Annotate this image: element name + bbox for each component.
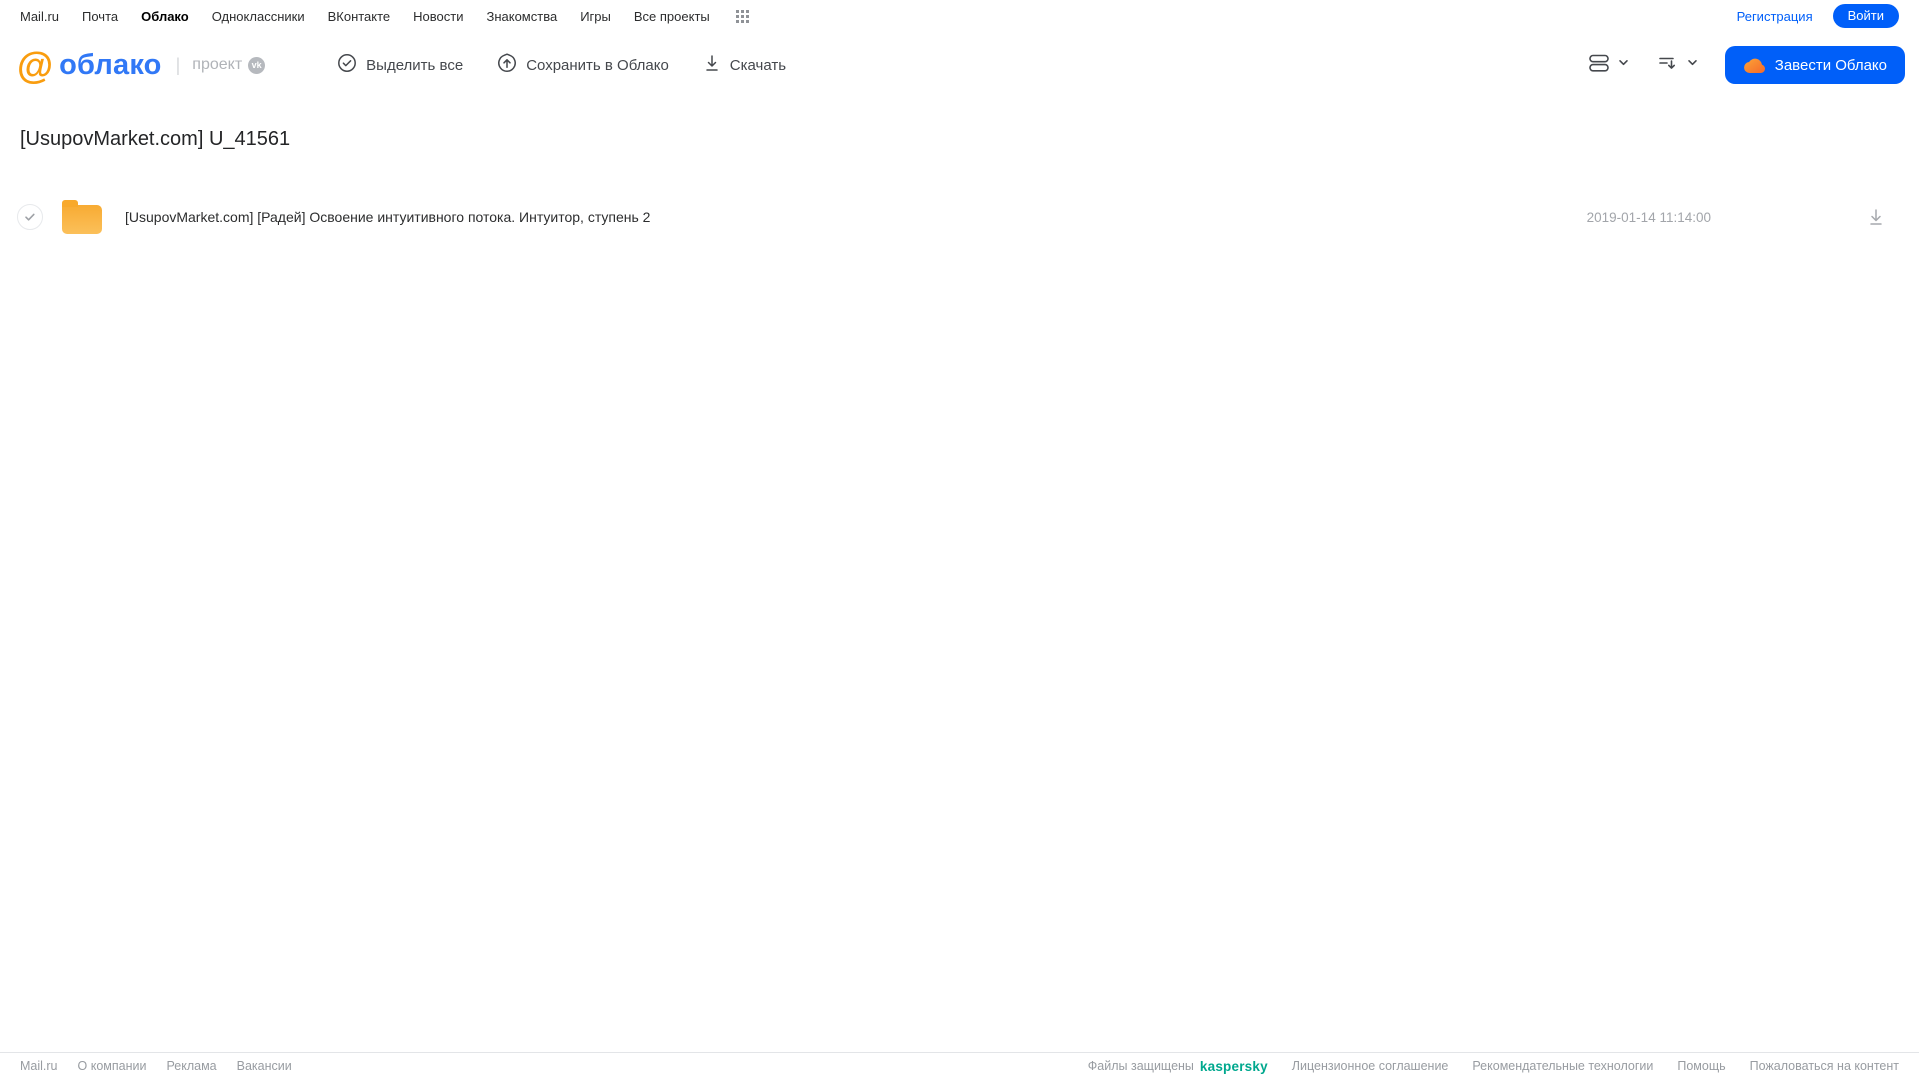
nav-item-pochta[interactable]: Почта xyxy=(82,9,118,24)
footer-link-jobs[interactable]: Вакансии xyxy=(237,1059,292,1073)
cloud-upload-icon xyxy=(497,53,517,77)
download-icon xyxy=(703,53,721,77)
app-header: @ облако | проект vk Выделить все Сохран… xyxy=(0,32,1919,98)
row-checkbox[interactable] xyxy=(17,204,43,230)
chevron-down-icon xyxy=(1617,56,1630,74)
all-projects-grid-icon[interactable] xyxy=(735,9,750,24)
kaspersky-protection: Файлы защищены kaspersky xyxy=(1088,1059,1268,1074)
get-cloud-button[interactable]: Завести Облако xyxy=(1724,46,1905,84)
nav-item-odnoklassniki[interactable]: Одноклассники xyxy=(212,9,305,24)
sort-icon xyxy=(1656,52,1680,79)
footer-link-help[interactable]: Помощь xyxy=(1677,1059,1725,1073)
page-footer: Mail.ru О компании Реклама Вакансии Файл… xyxy=(0,1052,1919,1079)
mailru-at-icon: @ xyxy=(17,44,54,86)
file-toolbar: Выделить все Сохранить в Облако Скачать xyxy=(337,53,786,77)
nav-item-mailru[interactable]: Mail.ru xyxy=(20,9,59,24)
check-circle-icon xyxy=(337,53,357,77)
nav-item-novosti[interactable]: Новости xyxy=(413,9,463,24)
portal-nav-right: Регистрация Войти xyxy=(1737,4,1899,28)
file-list-row[interactable]: [UsupovMarket.com] [Радей] Освоение инту… xyxy=(0,193,1919,241)
footer-link-mailru[interactable]: Mail.ru xyxy=(20,1059,58,1073)
folder-icon xyxy=(62,199,102,234)
file-date: 2019-01-14 11:14:00 xyxy=(1586,209,1711,225)
nav-item-all-projects[interactable]: Все проекты xyxy=(634,9,710,24)
cloud-logo[interactable]: @ облако | проект vk xyxy=(17,44,266,86)
login-button[interactable]: Войти xyxy=(1832,4,1899,28)
select-all-button[interactable]: Выделить все xyxy=(337,53,463,77)
footer-link-recommendations[interactable]: Рекомендательные технологии xyxy=(1472,1059,1653,1073)
download-label: Скачать xyxy=(729,56,787,74)
footer-link-ads[interactable]: Реклама xyxy=(166,1059,216,1073)
footer-link-about[interactable]: О компании xyxy=(78,1059,147,1073)
save-to-cloud-button[interactable]: Сохранить в Облако xyxy=(497,53,669,77)
sort-dropdown[interactable] xyxy=(1656,52,1699,79)
portal-nav: Mail.ru Почта Облако Одноклассники ВКонт… xyxy=(0,0,1919,32)
nav-item-oblako[interactable]: Облако xyxy=(141,9,189,24)
footer-right-links: Файлы защищены kaspersky Лицензионное со… xyxy=(1088,1059,1899,1074)
save-to-cloud-label: Сохранить в Облако xyxy=(526,56,669,74)
nav-item-igry[interactable]: Игры xyxy=(580,9,611,24)
footer-link-report[interactable]: Пожаловаться на контент xyxy=(1750,1059,1899,1073)
nav-item-znakomstva[interactable]: Знакомства xyxy=(486,9,557,24)
cloud-logo-icon xyxy=(1743,57,1766,74)
header-right-controls: Завести Облако xyxy=(1587,46,1905,84)
download-button[interactable]: Скачать xyxy=(703,53,786,77)
protected-by-text: Файлы защищены xyxy=(1087,1059,1194,1073)
logo-divider: | xyxy=(175,54,181,75)
nav-item-vkontakte[interactable]: ВКонтакте xyxy=(328,9,391,24)
select-all-label: Выделить все xyxy=(366,56,464,74)
view-mode-icon xyxy=(1587,52,1611,79)
chevron-down-icon xyxy=(1686,56,1699,74)
page-title: [UsupovMarket.com] U_41561 xyxy=(20,128,291,150)
file-name-link[interactable]: [UsupovMarket.com] [Радей] Освоение инту… xyxy=(125,209,1587,225)
row-download-icon[interactable] xyxy=(1866,206,1886,228)
vk-badge-icon: vk xyxy=(248,56,266,74)
get-cloud-button-label: Завести Облако xyxy=(1774,56,1887,74)
view-mode-dropdown[interactable] xyxy=(1587,52,1630,79)
logo-project-label: проект vk xyxy=(192,56,266,74)
logo-brand-text: облако xyxy=(59,48,162,81)
footer-link-license[interactable]: Лицензионное соглашение xyxy=(1292,1059,1449,1073)
registration-link[interactable]: Регистрация xyxy=(1737,9,1813,24)
portal-nav-links: Mail.ru Почта Облако Одноклассники ВКонт… xyxy=(20,9,750,24)
project-text: проект xyxy=(192,56,243,73)
footer-left-links: Mail.ru О компании Реклама Вакансии xyxy=(20,1059,292,1073)
kaspersky-logo[interactable]: kaspersky xyxy=(1200,1059,1268,1074)
main-content: [UsupovMarket.com] U_41561 xyxy=(0,128,1919,151)
